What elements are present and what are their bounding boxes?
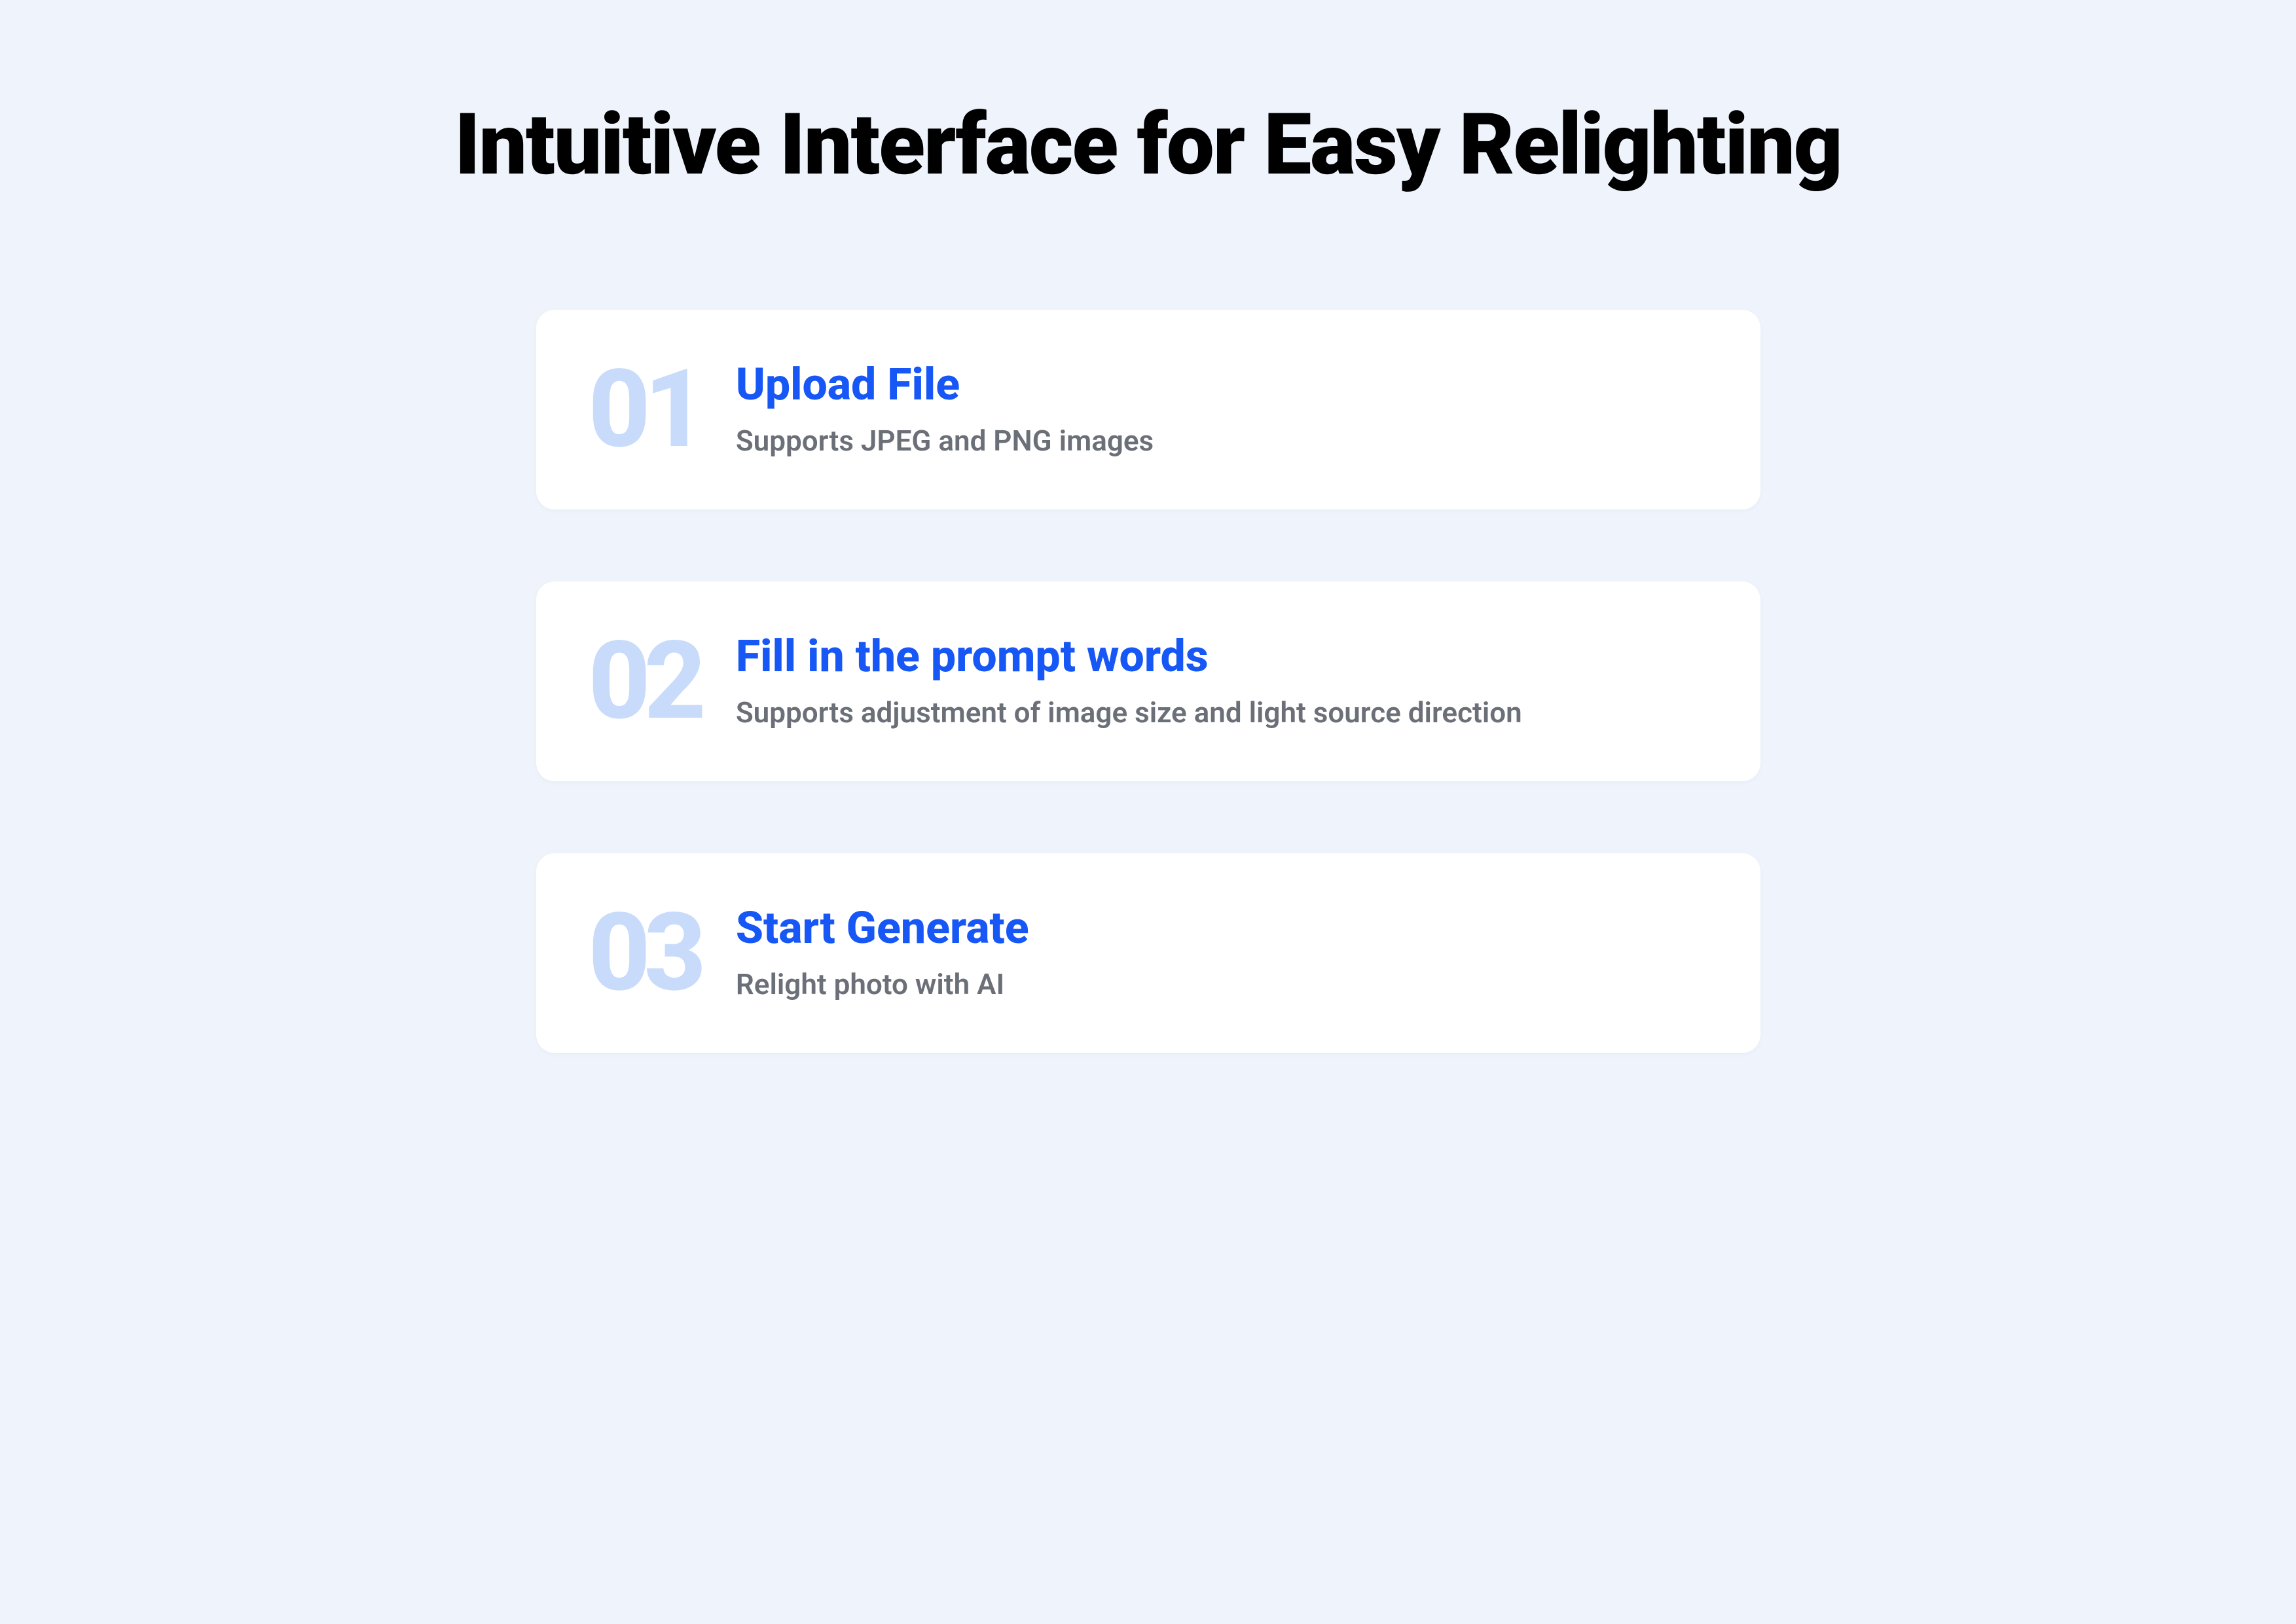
step-text: Fill in the prompt words Supports adjust… [736,632,1522,730]
step-card-3: 03 Start Generate Relight photo with AI [536,853,1760,1053]
step-number: 03 [589,899,700,1007]
step-card-1: 01 Upload File Supports JPEG and PNG ima… [536,310,1760,509]
step-title: Start Generate [736,904,1029,953]
step-desc: Supports JPEG and PNG images [736,424,1154,458]
step-number: 01 [589,356,700,464]
step-number: 02 [589,627,700,735]
step-card-2: 02 Fill in the prompt words Supports adj… [536,581,1760,781]
step-text: Upload File Supports JPEG and PNG images [736,360,1154,458]
step-text: Start Generate Relight photo with AI [736,904,1029,1002]
step-desc: Supports adjustment of image size and li… [736,695,1522,730]
steps-list: 01 Upload File Supports JPEG and PNG ima… [536,310,1760,1053]
step-title: Fill in the prompt words [736,632,1522,681]
step-desc: Relight photo with AI [736,967,1029,1002]
page-heading: Intuitive Interface for Easy Relighting [454,92,1841,198]
step-title: Upload File [736,360,1154,409]
